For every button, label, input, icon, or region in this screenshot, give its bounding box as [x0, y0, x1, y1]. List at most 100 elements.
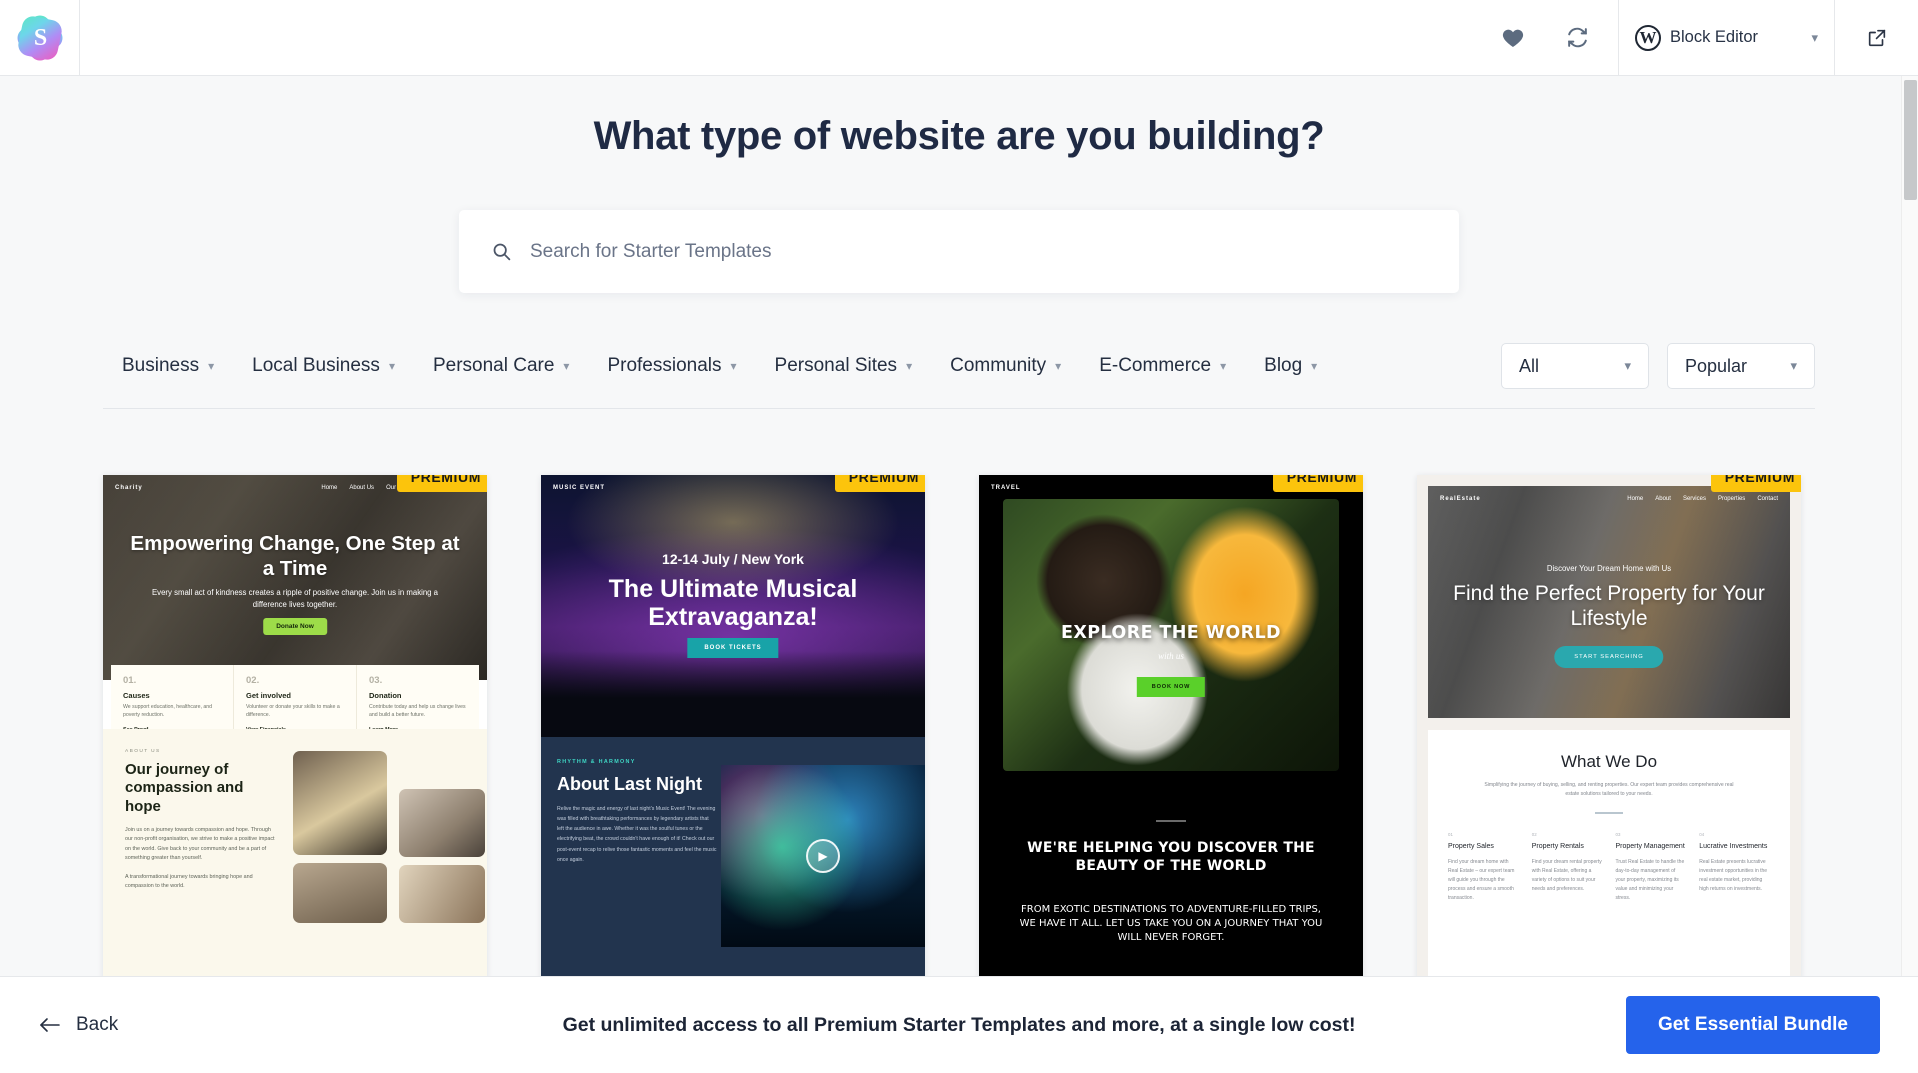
service-title: Lucrative Investments	[1699, 842, 1768, 850]
filter-business[interactable]: Business ▾	[103, 349, 233, 383]
sort-select[interactable]: Popular ▾	[1667, 343, 1815, 389]
feature-number: 01.	[123, 675, 137, 686]
starter-templates-logo-icon: S	[12, 10, 67, 65]
sort-select-value: Popular	[1685, 355, 1748, 376]
about-photo	[293, 863, 387, 923]
about-title: Our journey of compassion and hope	[125, 761, 244, 815]
service-title: Property Sales	[1448, 842, 1494, 850]
filter-label: E-Commerce	[1099, 355, 1212, 376]
preview-nav-link: Home	[1627, 496, 1644, 502]
about-photo	[293, 751, 387, 855]
preview-nav-link: Properties	[1717, 496, 1746, 502]
filter-local-business[interactable]: Local Business ▾	[233, 349, 414, 383]
chevron-down-icon: ▾	[563, 359, 570, 373]
filter-blog[interactable]: Blog ▾	[1245, 349, 1336, 383]
feature-desc: We support education, healthcare, and po…	[123, 704, 213, 718]
preview-feature: 03. Donation Contribute today and help u…	[357, 665, 479, 733]
heart-icon[interactable]	[1496, 21, 1530, 55]
page-scrollbar[interactable]	[1901, 76, 1918, 996]
service-title: Property Management	[1615, 842, 1685, 850]
service-item: 01 Property Sales Find your dream home w…	[1448, 832, 1519, 903]
preview-hero-button: BOOK NOW	[1136, 677, 1206, 697]
feature-title: Donation	[369, 691, 402, 700]
template-card[interactable]: PREMIUM MUSIC EVENT About 12-14 July / N…	[541, 475, 925, 996]
template-preview: Charity Home About Us Our Work Stories C…	[103, 475, 487, 996]
preview-brand: MUSIC EVENT	[553, 485, 606, 491]
feature-title: Causes	[123, 691, 150, 700]
chevron-down-icon: ▾	[1624, 358, 1631, 373]
preview-brand: Charity	[115, 485, 143, 491]
section-title: WE'RE HELPING YOU DISCOVER THE BEAUTY OF…	[1027, 840, 1315, 874]
chevron-down-icon: ▾	[906, 359, 913, 373]
back-button[interactable]: Back	[38, 1014, 118, 1036]
filter-personal-care[interactable]: Personal Care ▾	[414, 349, 588, 383]
filter-label: Blog	[1264, 355, 1303, 376]
filter-community[interactable]: Community ▾	[931, 349, 1080, 383]
preview-hero-title: Find the Perfect Property for Your Lifes…	[1453, 582, 1765, 631]
app-logo[interactable]: S	[0, 0, 80, 75]
section-title: What We Do	[1560, 752, 1658, 771]
filter-label: Professionals	[607, 355, 722, 376]
search-bar[interactable]	[459, 210, 1459, 293]
divider	[1595, 812, 1623, 814]
preview-nav-link: About Us	[349, 485, 375, 491]
filter-professionals[interactable]: Professionals ▾	[588, 349, 755, 383]
service-title: Property Rentals	[1531, 842, 1584, 850]
preview-nav-link: Contact	[1757, 496, 1778, 502]
template-card[interactable]: PREMIUM TRAVEL Home EXPLORE THE WORLD wi…	[979, 475, 1363, 996]
open-external-button[interactable]	[1835, 0, 1918, 75]
template-preview: RealEstate Home About Services Propertie…	[1417, 475, 1801, 996]
section-lead: Simplifying the journey of buying, selli…	[1484, 782, 1734, 798]
preview-brand: RealEstate	[1440, 496, 1481, 502]
service-number: 03	[1615, 831, 1621, 837]
chevron-down-icon: ▾	[1811, 29, 1818, 45]
section-body: Relive the magic and energy of last nigh…	[557, 806, 717, 863]
preview-hero-title: Empowering Change, One Step at a Time	[130, 532, 460, 580]
search-input[interactable]	[530, 240, 1427, 263]
sync-icon[interactable]	[1560, 21, 1594, 55]
preview-nav-link: Home	[321, 485, 338, 491]
play-icon: ▶	[806, 839, 840, 873]
external-link-icon	[1868, 29, 1885, 46]
about-photo	[399, 789, 485, 857]
preview-feature: 02. Get involved Volunteer or donate you…	[234, 665, 357, 733]
main-content: What type of website are you building? B…	[0, 76, 1918, 996]
service-number: 01	[1448, 831, 1453, 837]
filter-label: Personal Care	[432, 355, 555, 376]
chevron-down-icon: ▾	[1220, 359, 1227, 373]
scrollbar-thumb[interactable]	[1904, 80, 1917, 200]
preview-hero-title: The Ultimate Musical Extravaganza!	[608, 575, 858, 631]
template-card[interactable]: PREMIUM RealEstate Home About Services P…	[1417, 475, 1801, 996]
service-desc: Real Estate presents lucrative investmen…	[1699, 858, 1768, 892]
premium-badge: PREMIUM	[396, 475, 487, 492]
preview-video-thumb: ▶	[721, 765, 925, 947]
type-select[interactable]: All ▾	[1501, 343, 1649, 389]
feature-number: 02.	[246, 675, 260, 686]
template-grid: PREMIUM Charity Home About Us Our Work S…	[103, 475, 1815, 996]
premium-badge: PREMIUM	[1272, 475, 1363, 492]
preview-services-section: What We Do Simplifying the journey of bu…	[1428, 730, 1790, 996]
page-title: What type of website are you building?	[593, 114, 1325, 158]
filter-personal-sites[interactable]: Personal Sites ▾	[756, 349, 932, 383]
premium-badge: PREMIUM	[1710, 475, 1801, 492]
service-desc: Trust Real Estate to handle the day-to-d…	[1615, 858, 1685, 901]
filter-label: Local Business	[252, 355, 380, 376]
service-item: 02 Property Rentals Find your dream rent…	[1532, 832, 1603, 903]
filter-label: Personal Sites	[774, 355, 898, 376]
preview-hero-subtitle: with us	[1158, 651, 1184, 661]
template-preview: TRAVEL Home EXPLORE THE WORLD with us BO…	[979, 475, 1363, 996]
category-filter-bar: Business ▾ Local Business ▾ Personal Car…	[103, 343, 1815, 409]
editor-selector-label: Block Editor	[1670, 28, 1759, 46]
editor-selector[interactable]: W Block Editor ▾	[1618, 0, 1835, 75]
chevron-down-icon: ▾	[1311, 359, 1318, 373]
filter-ecommerce[interactable]: E-Commerce ▾	[1080, 349, 1245, 383]
preview-brand: TRAVEL	[991, 485, 1021, 491]
template-card[interactable]: PREMIUM Charity Home About Us Our Work S…	[103, 475, 487, 996]
filter-label: Community	[950, 355, 1047, 376]
chevron-down-icon: ▾	[1790, 358, 1797, 373]
get-essential-bundle-button[interactable]: Get Essential Bundle	[1625, 996, 1880, 1054]
preview-nav-link: About	[1655, 496, 1671, 502]
template-preview: MUSIC EVENT About 12-14 July / New York …	[541, 475, 925, 996]
about-body-2: A transformational journey towards bring…	[125, 873, 253, 890]
feature-desc: Volunteer or donate your skills to make …	[246, 704, 340, 718]
